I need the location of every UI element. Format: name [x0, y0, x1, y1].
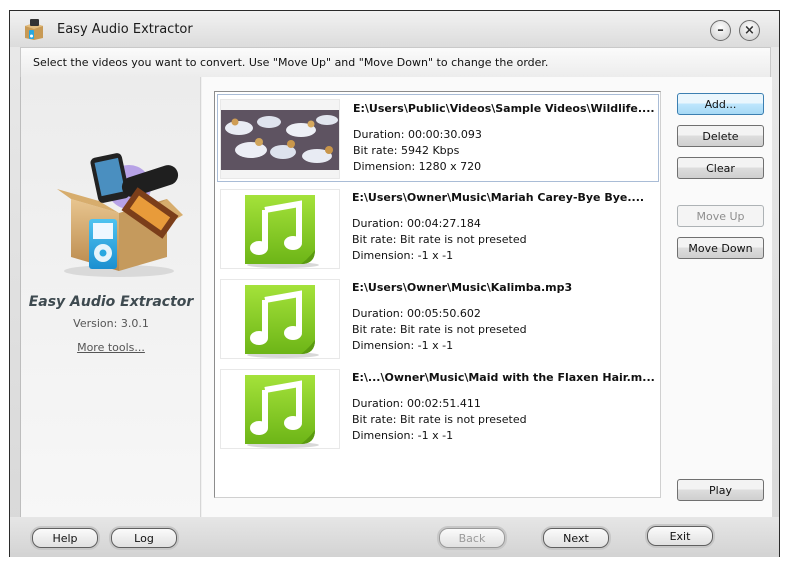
- file-dimension: Dimension: -1 x -1: [352, 339, 454, 352]
- file-dimension: Dimension: -1 x -1: [352, 249, 454, 262]
- sidebar: Easy Audio Extractor Version: 3.0.1 More…: [21, 77, 201, 517]
- file-info: E:\Users\Public\Videos\Sample Videos\Wil…: [353, 102, 655, 175]
- file-list-item[interactable]: E:\Users\Public\Videos\Sample Videos\Wil…: [217, 94, 659, 182]
- file-name: E:\Users\Owner\Music\Kalimba.mp3: [352, 281, 573, 294]
- file-bitrate: Bit rate: Bit rate is not preseted: [352, 323, 527, 336]
- file-duration: Duration: 00:04:27.184: [352, 217, 481, 230]
- help-button[interactable]: Help: [32, 528, 98, 548]
- play-button[interactable]: Play: [677, 479, 764, 501]
- file-name: E:\Users\Public\Videos\Sample Videos\Wil…: [353, 102, 655, 115]
- file-duration: Duration: 00:00:30.093: [353, 128, 482, 141]
- audio-thumbnail: [220, 189, 340, 269]
- file-duration: Duration: 00:05:50.602: [352, 307, 481, 320]
- file-panel: E:\Users\Public\Videos\Sample Videos\Wil…: [202, 77, 772, 517]
- log-button[interactable]: Log: [111, 528, 177, 548]
- file-list-item[interactable]: E:\Users\Owner\Music\Mariah Carey-Bye By…: [217, 184, 659, 272]
- move-down-button[interactable]: Move Down: [677, 237, 764, 259]
- title-bar: Easy Audio Extractor – ×: [10, 11, 779, 47]
- version-label: Version: 3.0.1: [73, 317, 149, 330]
- delete-button[interactable]: Delete: [677, 125, 764, 147]
- file-info: E:\Users\Owner\Music\Mariah Carey-Bye By…: [352, 191, 652, 264]
- audio-thumbnail: [220, 369, 340, 449]
- software-box-icon: [57, 153, 183, 277]
- file-bitrate: Bit rate: Bit rate is not preseted: [352, 233, 527, 246]
- minimize-icon: –: [717, 23, 724, 38]
- file-bitrate: Bit rate: 5942 Kbps: [353, 144, 460, 157]
- video-thumbnail-birds: [221, 100, 339, 178]
- file-list[interactable]: E:\Users\Public\Videos\Sample Videos\Wil…: [214, 91, 661, 498]
- clear-button[interactable]: Clear: [677, 157, 764, 179]
- file-bitrate: Bit rate: Bit rate is not preseted: [352, 413, 527, 426]
- brand-name: Easy Audio Extractor: [28, 294, 194, 310]
- window-title: Easy Audio Extractor: [57, 22, 193, 37]
- file-info: E:\...\Owner\Music\Maid with the Flaxen …: [352, 371, 655, 444]
- main-content: Easy Audio Extractor Version: 3.0.1 More…: [20, 77, 772, 517]
- close-icon: ×: [744, 23, 755, 38]
- file-name: E:\Users\Owner\Music\Mariah Carey-Bye By…: [352, 191, 645, 204]
- add-button[interactable]: Add...: [677, 93, 764, 115]
- minimize-button[interactable]: –: [710, 20, 731, 41]
- video-thumbnail: [220, 99, 340, 179]
- exit-button[interactable]: Exit: [647, 526, 713, 546]
- file-list-item[interactable]: E:\Users\Owner\Music\Kalimba.mp3 Duratio…: [217, 274, 659, 362]
- file-dimension: Dimension: -1 x -1: [352, 429, 454, 442]
- move-up-button[interactable]: Move Up: [677, 205, 764, 227]
- music-note-icon: [245, 195, 319, 268]
- file-list-item[interactable]: E:\...\Owner\Music\Maid with the Flaxen …: [217, 364, 659, 452]
- file-info: E:\Users\Owner\Music\Kalimba.mp3 Duratio…: [352, 281, 652, 354]
- music-note-icon: [245, 285, 319, 358]
- footer-bar: Help Log Back Next Exit: [10, 517, 779, 557]
- music-note-icon: [245, 375, 319, 448]
- more-tools-link[interactable]: More tools...: [21, 341, 201, 354]
- file-duration: Duration: 00:02:51.411: [352, 397, 481, 410]
- close-button[interactable]: ×: [739, 20, 760, 41]
- file-dimension: Dimension: 1280 x 720: [353, 160, 482, 173]
- back-button[interactable]: Back: [439, 528, 505, 548]
- audio-thumbnail: [220, 279, 340, 359]
- file-name: E:\...\Owner\Music\Maid with the Flaxen …: [352, 371, 655, 384]
- instruction-text: Select the videos you want to convert. U…: [20, 47, 771, 77]
- next-button[interactable]: Next: [543, 528, 609, 548]
- app-window: Easy Audio Extractor – × Select the vide…: [9, 10, 780, 557]
- app-icon: [25, 19, 43, 40]
